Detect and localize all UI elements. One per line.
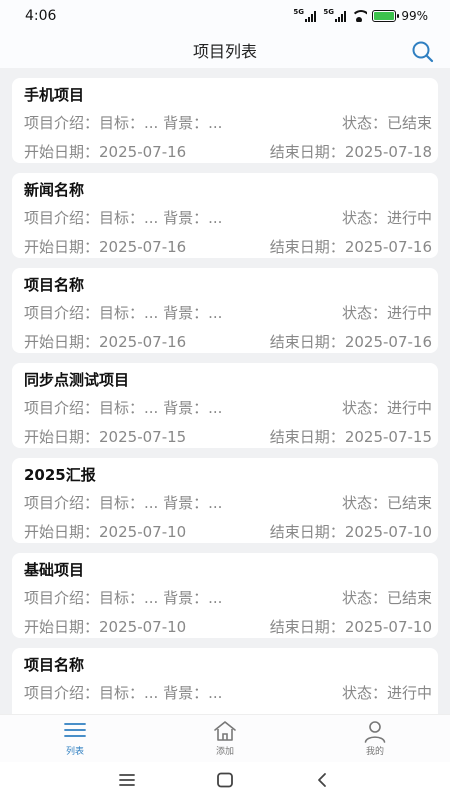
- project-end-date: 结束日期：2025-07-15: [269, 428, 432, 446]
- project-end-date: 结束日期：2025-07-16: [269, 238, 432, 256]
- project-status: 状态：进行中: [341, 209, 432, 227]
- project-card[interactable]: 新闻名称 项目介绍：目标：... 背景：... 状态：进行中 开始日期：2025…: [12, 173, 438, 258]
- tab-list-label: 列表: [65, 747, 84, 757]
- project-card[interactable]: 同步点测试项目 项目介绍：目标：... 背景：... 状态：进行中 开始日期：2…: [12, 363, 438, 448]
- search-icon: [412, 41, 434, 63]
- project-status: 状态：已结束: [341, 114, 432, 132]
- menu-icon: [119, 774, 135, 786]
- menu-button[interactable]: [117, 770, 137, 790]
- page-title: 项目列表: [192, 42, 257, 61]
- sim1-label: 5G: [293, 7, 304, 16]
- project-name: 项目名称: [24, 276, 85, 294]
- status-bar: 4:06 5G 5G 99%: [0, 0, 450, 32]
- project-start-date: 开始日期：2025-07-10: [24, 618, 187, 636]
- back-button[interactable]: [312, 770, 332, 790]
- tab-add[interactable]: 添加: [175, 715, 275, 763]
- battery-icon: [372, 10, 400, 22]
- project-name: 新闻名称: [24, 181, 85, 199]
- project-intro: 项目介绍：目标：... 背景：...: [24, 114, 223, 132]
- project-intro: 项目介绍：目标：... 背景：...: [24, 304, 223, 322]
- system-nav-bar: [0, 762, 450, 800]
- project-start-date: 开始日期：2025-07-16: [24, 333, 187, 351]
- project-end-date: 结束日期：2025-07-16: [269, 333, 432, 351]
- project-intro: 项目介绍：目标：... 背景：...: [24, 589, 223, 607]
- project-card[interactable]: 基础项目 项目介绍：目标：... 背景：... 状态：已结束 开始日期：2025…: [12, 553, 438, 638]
- project-start-date: 开始日期：2025-07-16: [24, 238, 187, 256]
- project-card[interactable]: 2025汇报 项目介绍：目标：... 背景：... 状态：已结束 开始日期：20…: [12, 458, 438, 543]
- project-name: 手机项目: [24, 86, 85, 104]
- project-name: 项目名称: [24, 656, 85, 674]
- home-icon: [214, 721, 236, 741]
- project-start-date: 开始日期：2025-07-10: [24, 523, 187, 541]
- list-icon: [64, 723, 86, 737]
- status-time: 4:06: [25, 8, 57, 24]
- project-end-date: 结束日期：2025-07-18: [269, 143, 432, 161]
- project-intro: 项目介绍：目标：... 背景：...: [24, 209, 223, 227]
- project-card[interactable]: 项目名称 项目介绍：目标：... 背景：... 状态：进行中 开始日期：2025…: [12, 268, 438, 353]
- project-name: 2025汇报: [24, 466, 96, 484]
- project-start-date: 开始日期：2025-07-16: [24, 143, 187, 161]
- project-status: 状态：已结束: [341, 494, 432, 512]
- project-intro: 项目介绍：目标：... 背景：...: [24, 399, 223, 417]
- signal-icon: 5G: [293, 8, 317, 22]
- project-intro: 项目介绍：目标：... 背景：...: [24, 684, 223, 702]
- project-status: 状态：进行中: [341, 684, 432, 702]
- sim2-label: 5G: [323, 7, 334, 16]
- project-name: 同步点测试项目: [24, 371, 130, 389]
- project-name: 基础项目: [24, 561, 85, 579]
- project-end-date: 结束日期：2025-07-10: [269, 523, 432, 541]
- square-icon: [217, 772, 233, 788]
- app-header: 项目列表: [0, 32, 450, 68]
- project-status: 状态：已结束: [341, 589, 432, 607]
- project-card[interactable]: 手机项目 项目介绍：目标：... 背景：... 状态：已结束 开始日期：2025…: [12, 78, 438, 163]
- tab-profile-label: 我的: [365, 747, 384, 757]
- project-status: 状态：进行中: [341, 304, 432, 322]
- battery-percent: 99%: [401, 9, 428, 23]
- tab-add-label: 添加: [215, 747, 234, 757]
- back-chevron-icon: [318, 773, 326, 787]
- project-list[interactable]: 手机项目 项目介绍：目标：... 背景：... 状态：已结束 开始日期：2025…: [0, 68, 450, 714]
- status-icons: 5G 5G 99%: [293, 8, 428, 24]
- project-intro: 项目介绍：目标：... 背景：...: [24, 494, 223, 512]
- bottom-nav: 列表 添加 我的: [0, 714, 450, 762]
- project-status: 状态：进行中: [341, 399, 432, 417]
- person-icon: [364, 721, 386, 743]
- wifi-icon: [351, 10, 368, 22]
- signal-icon-2: 5G: [323, 8, 347, 22]
- project-card[interactable]: 项目名称 项目介绍：目标：... 背景：... 状态：进行中 开始日期：2025…: [12, 648, 438, 714]
- tab-profile[interactable]: 我的: [325, 715, 425, 763]
- tab-list[interactable]: 列表: [25, 715, 125, 763]
- project-end-date: 结束日期：2025-07-10: [269, 618, 432, 636]
- search-button[interactable]: [410, 39, 436, 65]
- home-button[interactable]: [215, 770, 235, 790]
- project-start-date: 开始日期：2025-07-15: [24, 428, 187, 446]
